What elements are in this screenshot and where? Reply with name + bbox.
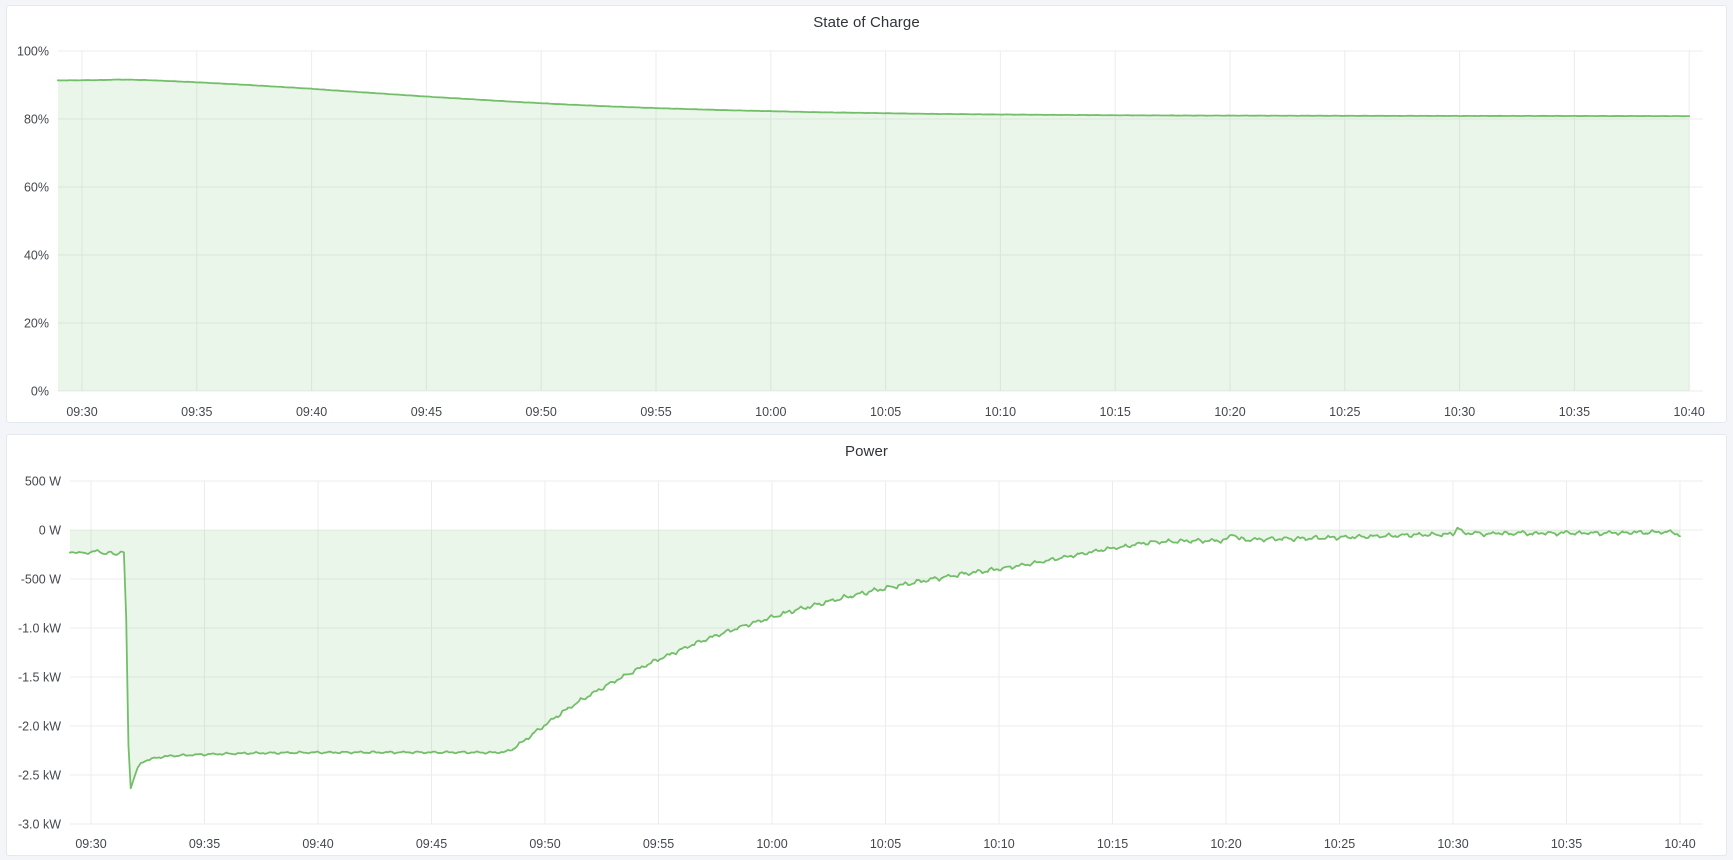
x-tick-label: 10:10 [983,837,1014,851]
series-fill-1 [70,528,1680,789]
x-tick-label: 09:45 [411,405,442,419]
x-tick-label: 10:00 [755,405,786,419]
power-chart[interactable]: 500 W 0 W -500 W -1.0 kW -1.5 kW -2.0 kW -2.5 … [7,435,1726,855]
y-tick-label: -2.5 kW [18,769,61,783]
state-of-charge-chart[interactable]: 100%80%60%40%20%0%09:3009:3509:4009:4509… [7,6,1726,422]
x-tick-label: 09:40 [296,405,327,419]
x-tick-label: 10:35 [1559,405,1590,419]
x-axis-0: 09:30 09:35 09:40 09:45 09:50 09:55 10:00 10:05… [66,405,1705,419]
x-tick-label: 10:25 [1324,837,1355,851]
x-tick-label: 10:20 [1210,837,1241,851]
dashboard-page: { "page": { "background_color": "#f4f5f9… [0,0,1733,860]
y-tick-label: -1.5 kW [18,671,61,685]
x-tick-label: 09:35 [189,837,220,851]
y-axis-1: 500 W 0 W -500 W -1.0 kW -1.5 kW -2.0 kW -2.5 … [18,475,61,832]
y-tick-label: 80% [24,113,49,127]
y-tick-label: 500 W [25,475,61,489]
y-tick-label: 20% [24,317,49,331]
x-tick-label: 10:15 [1100,405,1131,419]
x-tick-label: 09:30 [75,837,106,851]
x-tick-label: 09:50 [526,405,557,419]
x-tick-label: 10:05 [870,837,901,851]
y-tick-label: -2.0 kW [18,720,61,734]
x-tick-label: 10:40 [1674,405,1705,419]
y-tick-label: -3.0 kW [18,818,61,832]
x-tick-label: 09:55 [640,405,671,419]
x-tick-label: 09:45 [416,837,447,851]
x-tick-label: 09:35 [181,405,212,419]
x-tick-label: 10:10 [985,405,1016,419]
x-tick-label: 09:30 [66,405,97,419]
panel-state-of-charge: State of Charge 100%80%60%40%20%0%09:300… [6,5,1727,423]
y-axis-0: 100% 80% 60% 40% 20% 0% [17,45,49,399]
y-tick-label: -1.0 kW [18,622,61,636]
x-tick-label: 10:20 [1214,405,1245,419]
x-tick-label: 10:15 [1097,837,1128,851]
x-tick-label: 09:40 [302,837,333,851]
y-tick-label: 0 W [39,524,61,538]
x-axis-1: 09:30 09:35 09:40 09:45 09:50 09:55 10:00 10:05… [75,837,1695,851]
y-tick-label: -500 W [21,573,61,587]
x-tick-label: 10:00 [756,837,787,851]
x-tick-label: 09:50 [529,837,560,851]
x-tick-label: 10:30 [1444,405,1475,419]
x-tick-label: 10:30 [1437,837,1468,851]
x-tick-label: 10:40 [1664,837,1695,851]
x-tick-label: 10:05 [870,405,901,419]
series-fill-0 [58,80,1689,391]
x-tick-label: 09:55 [643,837,674,851]
y-tick-label: 0% [31,385,49,399]
panel-power: Power 500 W0 W-500 W-1.0 kW-1.5 kW-2.0 k… [6,434,1727,856]
y-tick-label: 100% [17,45,49,59]
y-tick-label: 40% [24,249,49,263]
x-tick-label: 10:25 [1329,405,1360,419]
y-tick-label: 60% [24,181,49,195]
x-tick-label: 10:35 [1551,837,1582,851]
